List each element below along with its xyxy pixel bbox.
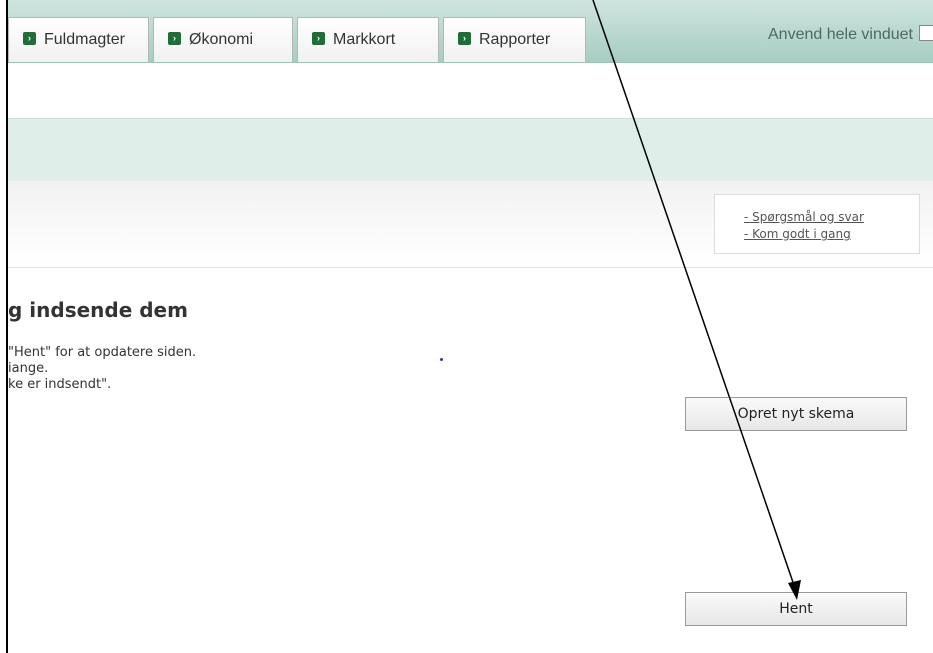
tab-markkort[interactable]: › Markkort xyxy=(297,17,439,62)
fullwindow-label: Anvend hele vinduet xyxy=(768,26,913,43)
arrow-right-icon: › xyxy=(458,32,471,46)
tab-label: Markkort xyxy=(333,31,396,48)
tab-fuldmagter[interactable]: › Fuldmagter xyxy=(8,17,149,62)
instruction-line: ke er indsendt". xyxy=(8,377,112,392)
faq-link[interactable]: - Spørgsmål og svar xyxy=(744,209,919,226)
create-form-button[interactable]: Opret nyt skema xyxy=(685,397,907,431)
instruction-line: iange. xyxy=(8,361,49,376)
header-spacer xyxy=(8,63,933,118)
tab-label: Rapporter xyxy=(479,31,551,48)
arrow-right-icon: › xyxy=(23,32,36,46)
page-heading: g indsende dem xyxy=(8,298,188,322)
arrow-right-icon: › xyxy=(168,32,181,46)
section-header-band xyxy=(8,118,933,182)
fullwindow-checkbox[interactable] xyxy=(919,25,933,41)
fetch-button[interactable]: Hent xyxy=(685,592,907,626)
info-band: - Spørgsmål og svar - Kom godt i gang xyxy=(8,181,933,268)
help-box: - Spørgsmål og svar - Kom godt i gang xyxy=(714,194,920,254)
instruction-line: "Hent" for at opdatere siden. xyxy=(8,345,197,360)
tab-label: Økonomi xyxy=(189,31,254,48)
stray-dot xyxy=(440,358,443,361)
tab-rapporter[interactable]: › Rapporter xyxy=(443,17,586,62)
tab-label: Fuldmagter xyxy=(44,31,125,48)
arrow-right-icon: › xyxy=(312,32,325,46)
app-frame: › Fuldmagter › Økonomi › Markkort › Rapporte… xyxy=(6,0,933,653)
tab-bar: › Fuldmagter › Økonomi › Markkort › Rapporte… xyxy=(8,0,933,63)
getting-started-link[interactable]: - Kom godt i gang xyxy=(744,226,919,243)
instruction-text: "Hent" for at opdatere siden. iange. ke … xyxy=(8,345,196,393)
fullwindow-toggle[interactable]: Anvend hele vinduet xyxy=(768,25,933,49)
tab-okonomi[interactable]: › Økonomi xyxy=(153,17,293,62)
